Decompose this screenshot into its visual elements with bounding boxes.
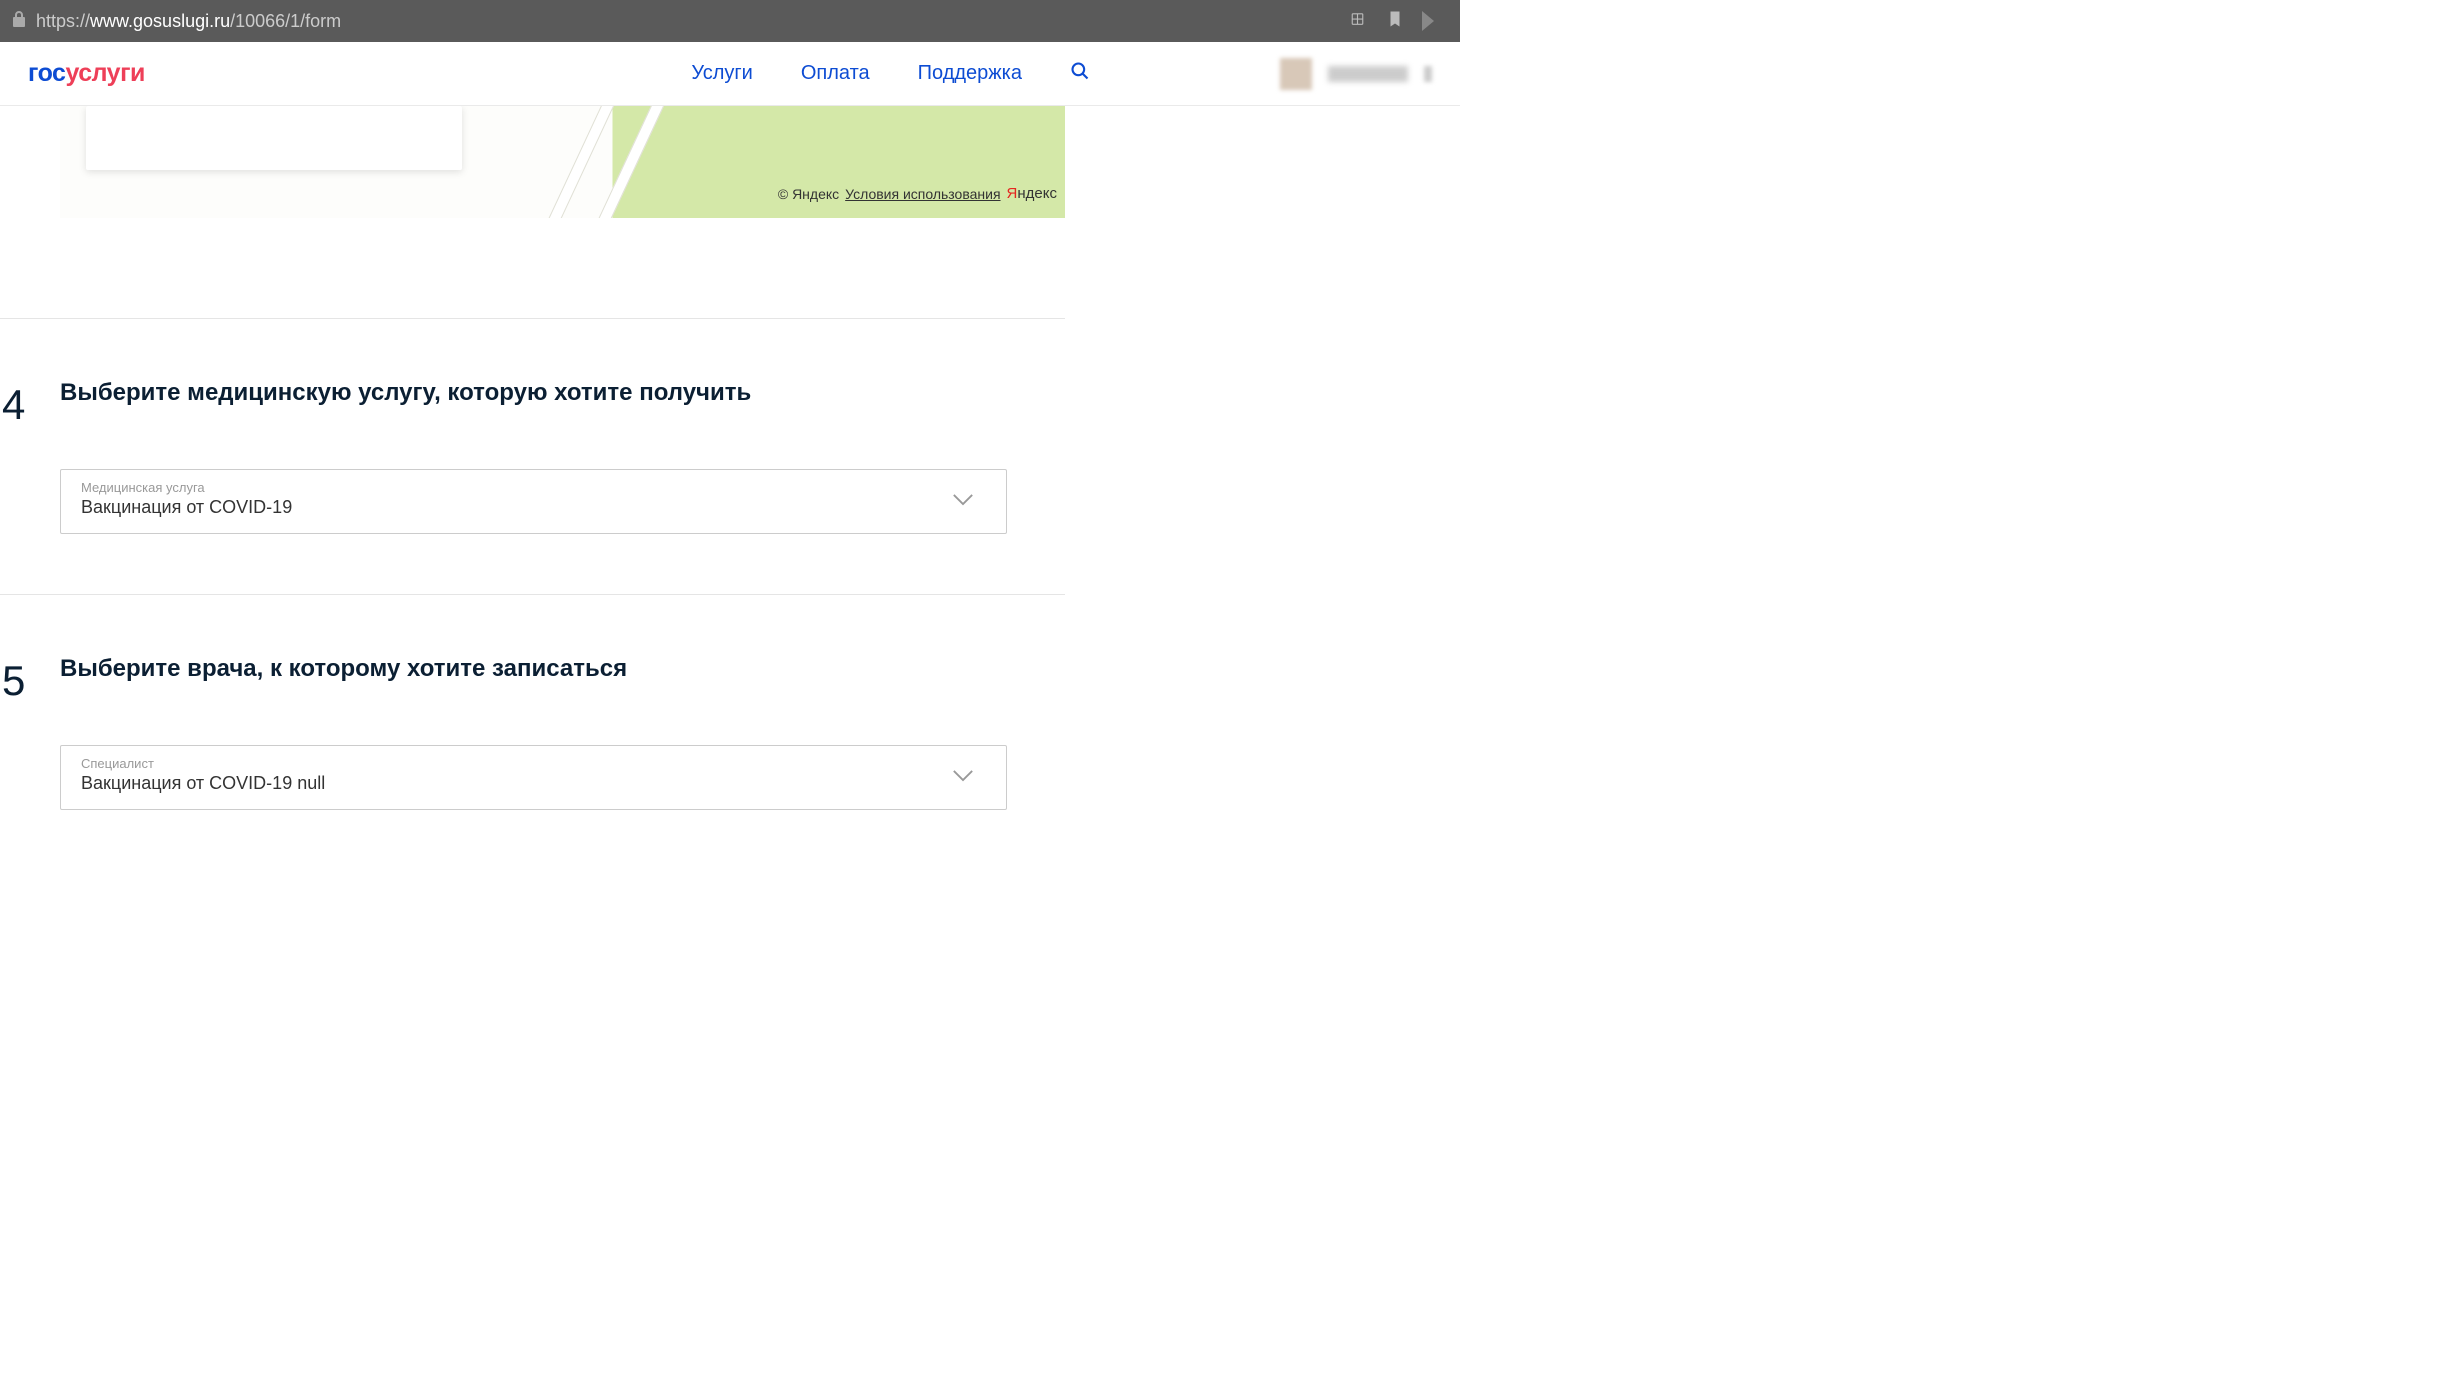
lock-icon	[12, 11, 26, 32]
step-number-4: 4	[2, 381, 25, 429]
url-domain: www.gosuslugi.ru	[90, 11, 230, 31]
nav-payment[interactable]: Оплата	[801, 62, 870, 85]
specialist-value: Вакцинация от COVID-19 null	[81, 773, 325, 793]
user-menu[interactable]	[1280, 58, 1432, 90]
url-text[interactable]: https://www.gosuslugi.ru/10066/1/form	[36, 11, 1340, 32]
browser-toolbar-icons	[1350, 10, 1448, 33]
chevron-down-icon	[952, 768, 974, 787]
nav-services[interactable]: Услуги	[691, 62, 753, 85]
specialist-select[interactable]: Специалист Вакцинация от COVID-19 null	[60, 745, 1007, 810]
main-content: © Яндекс Условия использования Яндекс 4 …	[0, 106, 1065, 810]
chevron-down-icon	[952, 492, 974, 511]
map-roads	[563, 106, 763, 218]
url-protocol: https://	[36, 11, 90, 31]
map-attribution: © Яндекс Условия использования Яндекс	[778, 185, 1057, 202]
logo-part1: гос	[28, 59, 65, 87]
step-4-section: 4 Выберите медицинскую услугу, которую х…	[0, 318, 1065, 534]
step-5-section: 5 Выберите врача, к которому хотите запи…	[0, 594, 1065, 810]
gosuslugi-logo[interactable]: госуслуги	[28, 59, 145, 88]
specialist-label: Специалист	[81, 756, 986, 771]
step-number-5: 5	[2, 657, 25, 705]
browser-address-bar: https://www.gosuslugi.ru/10066/1/form	[0, 0, 1460, 42]
yandex-logo[interactable]: Яндекс	[1007, 185, 1057, 202]
browser-menu-icon[interactable]	[1422, 11, 1434, 31]
search-icon[interactable]	[1070, 61, 1090, 86]
map-terms-link[interactable]: Условия использования	[845, 186, 1000, 202]
user-name	[1328, 66, 1408, 82]
user-dropdown-icon	[1424, 66, 1432, 82]
translate-icon[interactable]	[1350, 10, 1368, 33]
map-copyright: © Яндекс	[778, 186, 839, 202]
step-5-title: Выберите врача, к которому хотите записа…	[60, 655, 1065, 683]
nav-support[interactable]: Поддержка	[918, 62, 1022, 85]
url-path: /10066/1/form	[230, 11, 341, 31]
step-4-title: Выберите медицинскую услугу, которую хот…	[60, 379, 1065, 407]
map-info-card	[86, 106, 462, 170]
main-nav: Услуги Оплата Поддержка	[691, 61, 1090, 86]
medical-service-select[interactable]: Медицинская услуга Вакцинация от COVID-1…	[60, 469, 1007, 534]
site-header: госуслуги Услуги Оплата Поддержка	[0, 42, 1460, 106]
avatar	[1280, 58, 1312, 90]
medical-service-label: Медицинская услуга	[81, 480, 986, 495]
medical-service-value: Вакцинация от COVID-19	[81, 497, 292, 517]
logo-part2: услуги	[65, 59, 144, 87]
map-widget[interactable]: © Яндекс Условия использования Яндекс	[60, 106, 1065, 218]
bookmark-icon[interactable]	[1386, 10, 1404, 33]
